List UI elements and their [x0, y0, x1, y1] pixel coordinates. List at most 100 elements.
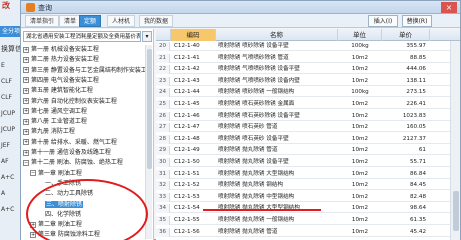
tab-0[interactable]: 清单指引: [25, 15, 60, 27]
quota-library-select[interactable]: 湖北省通用安装工程消耗量定额及全费用基价表(: [23, 31, 141, 42]
cell-num: 36: [156, 227, 170, 237]
cell-unit: 100kg: [351, 89, 369, 96]
cell-code: C12-1-43: [174, 77, 200, 84]
expand-toggle-icon[interactable]: +: [23, 139, 29, 146]
background-side-item: JCUP: [1, 110, 15, 117]
close-button[interactable]: ×: [441, 2, 457, 13]
cell-code: C12-1-46: [174, 112, 200, 119]
expand-toggle-icon[interactable]: +: [23, 118, 29, 125]
cell-price: 61.35: [409, 217, 426, 223]
tree-item[interactable]: + 第一册 机械设备安装工程: [23, 45, 99, 54]
cell-num: 20: [156, 42, 170, 51]
tree-item-label: 第四册 电气设备安装工程: [31, 76, 99, 84]
cell-num: 35: [156, 216, 170, 225]
expand-toggle-icon[interactable]: +: [23, 87, 29, 94]
table-row[interactable]: 21 C12-1-41 喷射除锈 气喷喷砂除锈 管道 10m2 88.85: [156, 53, 460, 63]
expand-toggle-icon[interactable]: +: [23, 77, 29, 84]
dialog-titlebar[interactable]: 查询 ×: [21, 1, 460, 14]
header-code[interactable]: 编码: [171, 29, 216, 41]
header-unit[interactable]: 单位: [338, 29, 382, 41]
tree-item[interactable]: + 第六册 自动化控制仪表安装工程: [23, 97, 117, 106]
tree-item-label: 第十一册 通信设备及线路工程: [31, 149, 111, 156]
cell-num: 30: [156, 158, 170, 167]
insert-button[interactable]: 插入(I): [368, 15, 398, 27]
tree-item[interactable]: + 第四册 电气设备安装工程: [23, 76, 99, 85]
tree-scrollbar-thumb[interactable]: [147, 49, 152, 169]
expand-toggle-icon[interactable]: −: [23, 159, 29, 166]
cell-name: 喷射除锈 气喷喷砂除锈 管道: [218, 54, 289, 61]
background-side-item: CLF: [1, 94, 12, 101]
table-row[interactable]: 25 C12-1-45 喷射除锈 喷石英砂除锈 金属面 10m2 226.41: [156, 100, 460, 109]
table-row[interactable]: 27 C12-1-47 喷射除锈 喷石英砂 管道 10m2 160.05: [156, 123, 460, 133]
cell-code: C12-1-45: [174, 101, 200, 107]
table-row[interactable]: 32 C12-1-52 喷射除锈 抛丸除锈 钢结构 10m2 84.45: [156, 181, 460, 191]
cell-num: 22: [156, 65, 170, 75]
expand-toggle-icon[interactable]: +: [23, 149, 29, 156]
cell-price: 86.84: [409, 170, 426, 177]
cell-code: C12-1-55: [174, 217, 200, 223]
replace-button[interactable]: 替换(R): [402, 15, 432, 27]
tab-4[interactable]: 我的数据: [139, 15, 174, 27]
dialog-toolbar: 清单指引 清单 定额 人材机 我的数据 插入(I) 替换(R): [21, 14, 460, 28]
table-row[interactable]: 22 C12-1-42 喷射除锈 气喷喷砂除锈 设备平壁 10m2 444.06: [156, 65, 460, 75]
tree-item[interactable]: + 第五册 建筑智能化工程: [23, 86, 93, 95]
tree-item[interactable]: + 第二册 热力设备安装工程: [23, 55, 99, 64]
cell-price: 98.64: [409, 205, 426, 212]
tree-item-label: 第三册 静置设备与工艺金属结构制作安装工: [31, 66, 147, 74]
table-row[interactable]: 26 C12-1-46 喷射除锈 喷石英砂除锈 设备平壁 10m2 1023.83: [156, 111, 460, 121]
table-row[interactable]: 35 C12-1-55 喷射除锈 抛丸除锈 一般钢结构 10m2 61.35: [156, 216, 460, 225]
tree-item-label: 第八册 工业管道工程: [31, 118, 87, 126]
tree-item[interactable]: + 第九册 消防工程: [23, 127, 75, 136]
expand-toggle-icon[interactable]: +: [23, 46, 29, 53]
table-row[interactable]: 20 C12-1-40 喷射除锈 喷砂除锈 设备平壁 100kg 355.97: [156, 42, 460, 51]
tree-item[interactable]: − 第一章 刷油工程: [30, 169, 82, 178]
tree-item[interactable]: + 第七册 通风空调工程: [23, 107, 87, 116]
expand-toggle-icon[interactable]: +: [23, 128, 29, 135]
header-price[interactable]: 单价: [382, 29, 430, 41]
tree-item[interactable]: + 第十一册 通信设备及线路工程: [23, 148, 111, 157]
tree-item[interactable]: + 第三册 静置设备与工艺金属结构制作安装工: [23, 66, 147, 75]
table-row[interactable]: 33 C12-1-53 喷射除锈 抛丸除锈 中型钢结构 10m2 82.48: [156, 192, 460, 202]
expand-toggle-icon[interactable]: +: [23, 108, 29, 115]
cell-name: 喷射除锈 抛丸除锈 钢结构: [218, 182, 284, 189]
background-side-item: JEF: [1, 142, 11, 149]
cell-code: C12-1-52: [174, 182, 200, 189]
cell-unit: 10m2: [351, 205, 369, 212]
dialog-title: 查询: [38, 4, 52, 12]
cell-num: 25: [156, 100, 170, 109]
table-row[interactable]: 28 C12-1-48 喷射除锈 喷石英砂 设备平壁 10m2 2127.37: [156, 134, 460, 144]
cell-code: C12-1-48: [174, 135, 200, 142]
grid-header: 编码 名称 单位 单价: [156, 29, 460, 41]
cell-num: 21: [156, 53, 170, 63]
tree-item[interactable]: − 第十二册 刷油、防腐蚀、绝热工程: [23, 158, 123, 167]
cell-price: 160.05: [406, 124, 426, 131]
chevron-down-icon[interactable]: ▾: [142, 31, 152, 42]
table-row[interactable]: 31 C12-1-51 喷射除锈 抛丸除锈 大型钢结构 10m2 86.84: [156, 169, 460, 179]
tab-1[interactable]: 清单: [59, 15, 82, 27]
table-row[interactable]: 23 C12-1-43 喷射除锈 气喷喷砂除锈 设备内壁 10m2 138.11: [156, 76, 460, 86]
cell-name: 喷射除锈 喷石英砂除锈 金属面: [218, 101, 295, 107]
tree-item-label: 第九册 消防工程: [31, 128, 75, 136]
background-side-item: E: [1, 62, 5, 69]
tree-item[interactable]: + 第十册 给排水、采暖、燃气工程: [23, 138, 117, 147]
table-row[interactable]: 30 C12-1-50 喷射除锈 抛丸除锈 设备平壁 10m2 55.71: [156, 158, 460, 167]
cell-num: 23: [156, 76, 170, 86]
expand-toggle-icon[interactable]: −: [30, 170, 36, 177]
tab-3[interactable]: 人材机: [107, 15, 136, 27]
table-row[interactable]: 24 C12-1-44 喷射除锈 喷砂除锈 一般钢结构 100kg 273.15: [156, 88, 460, 98]
grid-scrollbar-thumb[interactable]: [453, 191, 459, 231]
expand-toggle-icon[interactable]: +: [23, 56, 29, 63]
grid-scrollbar[interactable]: [450, 41, 460, 240]
header-row-number: [156, 29, 171, 41]
header-name[interactable]: 名称: [216, 29, 338, 41]
cell-num: 33: [156, 192, 170, 202]
table-row[interactable]: 29 C12-1-49 喷射除锈 抛丸除锈 管道 10m2 61: [156, 146, 460, 156]
tab-2[interactable]: 定额: [79, 15, 102, 27]
expand-toggle-icon[interactable]: +: [23, 67, 29, 74]
cell-code: C12-1-40: [174, 43, 200, 49]
tree-item-label: 第十册 给排水、采暖、燃气工程: [31, 138, 117, 146]
tree-item[interactable]: + 第八册 工业管道工程: [23, 117, 87, 126]
cell-price: 88.85: [409, 54, 426, 61]
table-row[interactable]: 36 C12-1-56 喷射除锈 抛丸除锈 管道 10m2 45.42: [156, 227, 460, 237]
expand-toggle-icon[interactable]: +: [23, 98, 29, 104]
